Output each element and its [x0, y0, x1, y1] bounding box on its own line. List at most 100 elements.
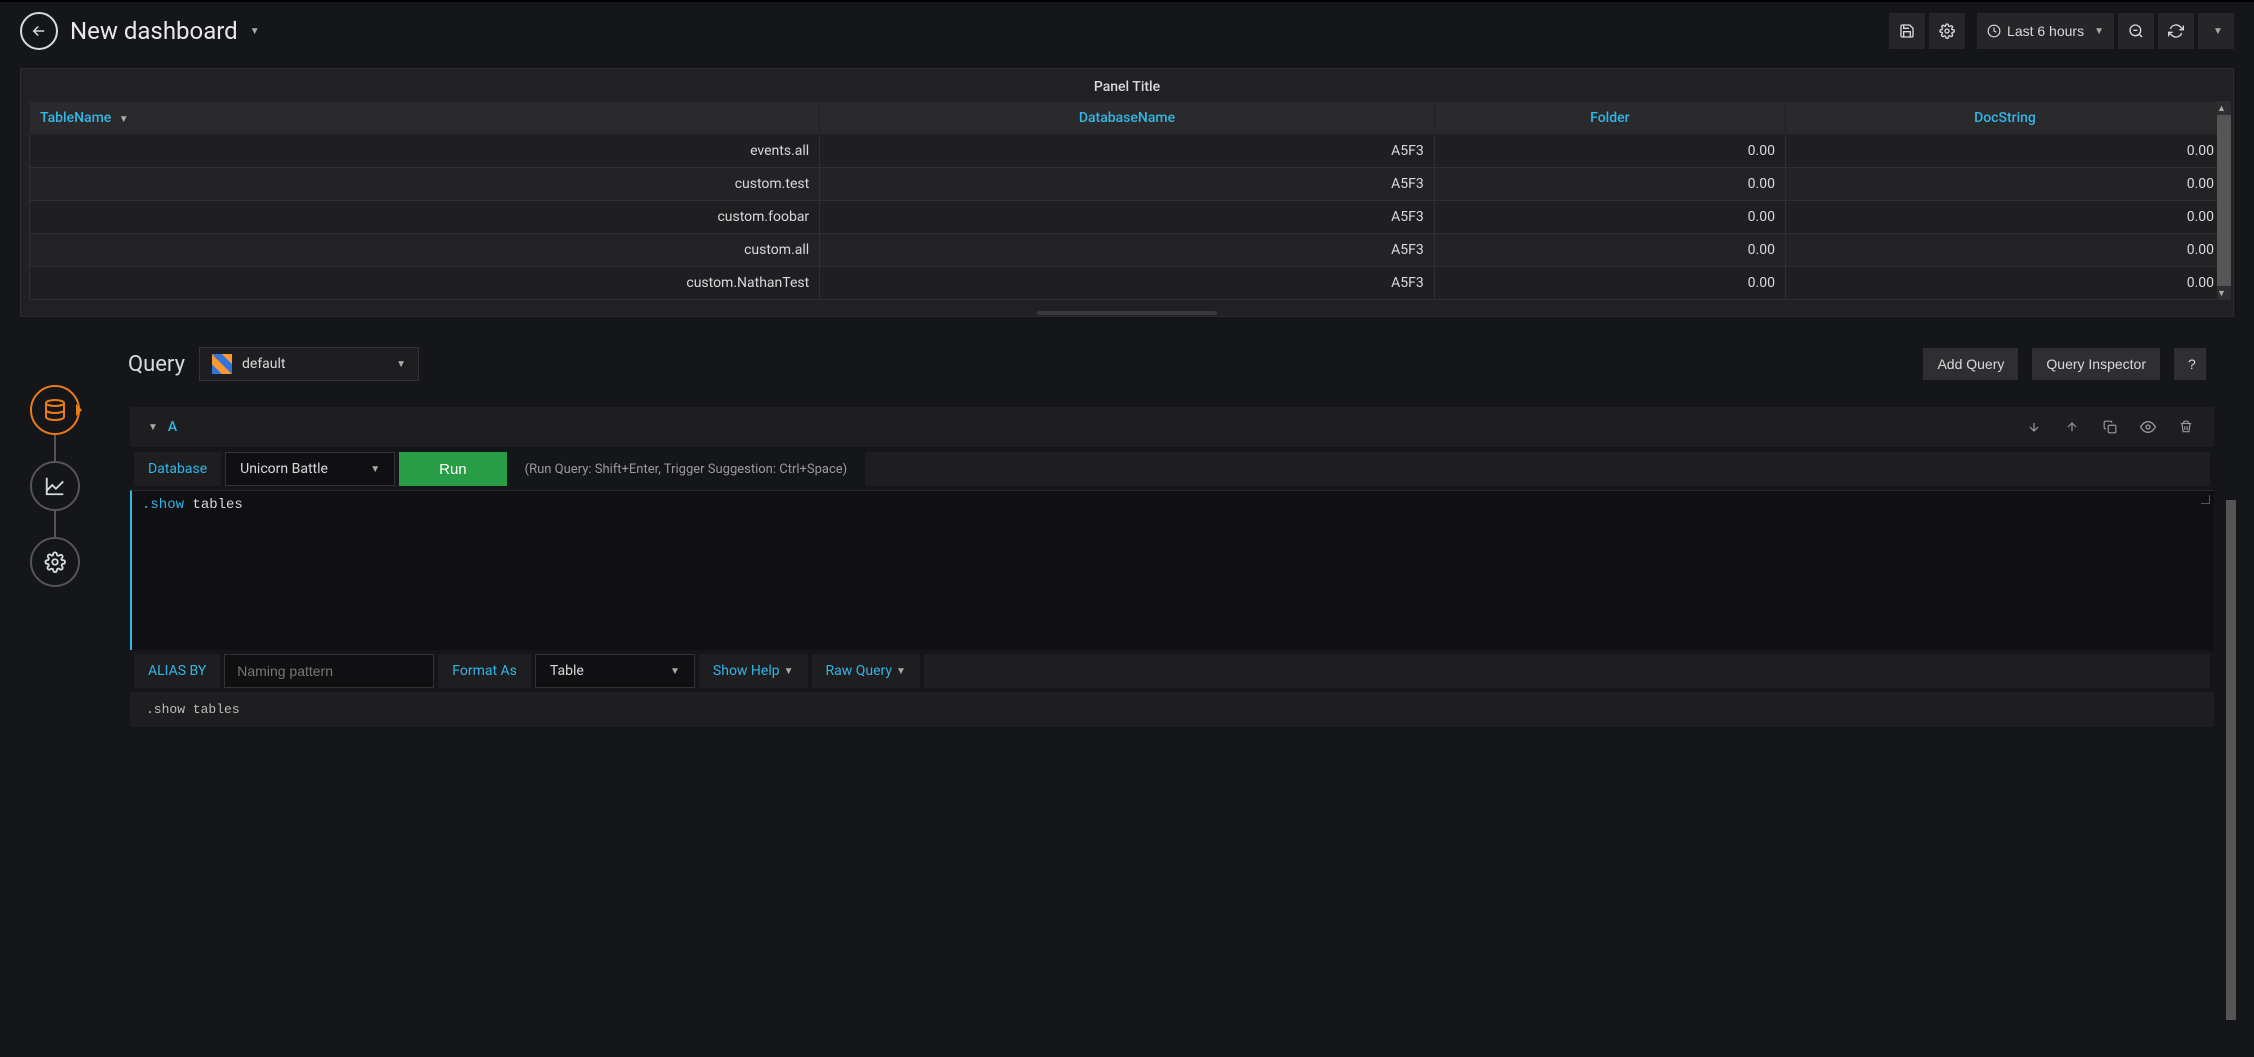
- dashboard-title[interactable]: New dashboard ▼: [70, 17, 260, 45]
- table-cell: custom.NathanTest: [30, 267, 820, 300]
- database-icon: [43, 398, 67, 422]
- back-button[interactable]: [20, 12, 58, 50]
- table-cell: A5F3: [820, 168, 1435, 201]
- datasource-select[interactable]: default ▼: [199, 347, 419, 381]
- time-range-label: Last 6 hours: [2007, 23, 2084, 39]
- run-button[interactable]: Run: [399, 452, 507, 486]
- chevron-down-icon: ▼: [370, 464, 380, 475]
- database-label: Database: [134, 452, 221, 486]
- query-row: ▼ A Database: [130, 407, 2214, 727]
- table-row[interactable]: events.allA5F30.000.00: [30, 135, 2225, 168]
- column-header-folder[interactable]: Folder: [1434, 102, 1785, 135]
- run-hint: (Run Query: Shift+Enter, Trigger Suggest…: [511, 452, 862, 486]
- gear-icon: [1939, 23, 1955, 39]
- chevron-down-icon: ▼: [670, 666, 680, 677]
- main-scrollbar[interactable]: [2226, 500, 2236, 1020]
- table-cell: A5F3: [820, 135, 1435, 168]
- query-inspector-button[interactable]: Query Inspector: [2032, 348, 2160, 380]
- chart-icon: [44, 475, 66, 497]
- arrow-up-icon: [2065, 420, 2079, 434]
- step-visualization[interactable]: [30, 461, 80, 511]
- sort-desc-icon: ▼: [119, 114, 129, 125]
- raw-query-output: .show tables: [130, 692, 2214, 727]
- settings-button[interactable]: [1929, 13, 1965, 49]
- delete-query-button[interactable]: [2172, 415, 2200, 439]
- table-row[interactable]: custom.NathanTestA5F30.000.00: [30, 267, 2225, 300]
- time-range-picker[interactable]: Last 6 hours ▼: [1977, 13, 2114, 49]
- table-cell: 0.00: [1434, 267, 1785, 300]
- results-table: TableName ▼ DatabaseName Folder DocStrin…: [29, 101, 2225, 300]
- editor-zone: Query default ▼ Add Query Query Inspecto…: [0, 335, 2254, 727]
- scroll-down-arrow-icon: ▼: [2217, 286, 2226, 300]
- dashboard-title-text: New dashboard: [70, 17, 238, 45]
- raw-query-toggle[interactable]: Raw Query ▼: [812, 654, 920, 688]
- table-cell: 0.00: [1785, 168, 2224, 201]
- refresh-icon: [2168, 23, 2184, 39]
- panel: Panel Title TableName ▼ DatabaseName Fol…: [20, 68, 2234, 317]
- format-as-label: Format As: [438, 654, 531, 688]
- column-header-docstring[interactable]: DocString: [1785, 102, 2224, 135]
- toggle-visibility-button[interactable]: [2134, 415, 2162, 439]
- eye-icon: [2140, 419, 2156, 435]
- panel-title[interactable]: Panel Title: [21, 69, 2233, 101]
- gear-icon: [44, 551, 66, 573]
- chevron-down-icon: ▼: [2094, 26, 2104, 37]
- editor-steps: [0, 335, 110, 727]
- query-letter: A: [168, 419, 177, 435]
- chevron-down-icon: ▼: [784, 666, 794, 677]
- database-select[interactable]: Unicorn Battle ▼: [225, 452, 395, 486]
- query-editor[interactable]: .show tables: [130, 490, 2214, 650]
- duplicate-button[interactable]: [2096, 415, 2124, 439]
- table-scrollbar[interactable]: ▲ ▼: [2217, 101, 2231, 300]
- datasource-name: default: [242, 356, 286, 372]
- table-cell: 0.00: [1785, 234, 2224, 267]
- save-button[interactable]: [1889, 13, 1925, 49]
- chevron-down-icon: ▼: [2213, 26, 2223, 37]
- copy-icon: [2103, 420, 2117, 434]
- query-section-label: Query: [128, 352, 185, 377]
- table-cell: 0.00: [1434, 135, 1785, 168]
- table-cell: 0.00: [1434, 168, 1785, 201]
- arrow-down-icon: [2027, 420, 2041, 434]
- table-row[interactable]: custom.foobarA5F30.000.00: [30, 201, 2225, 234]
- refresh-interval-button[interactable]: ▼: [2198, 13, 2234, 49]
- table-cell: events.all: [30, 135, 820, 168]
- arrow-left-icon: [30, 22, 48, 40]
- save-icon: [1899, 23, 1915, 39]
- table-cell: A5F3: [820, 201, 1435, 234]
- show-help-toggle[interactable]: Show Help ▼: [699, 654, 808, 688]
- format-value: Table: [550, 663, 584, 679]
- column-header-databasename[interactable]: DatabaseName: [820, 102, 1435, 135]
- table-cell: 0.00: [1785, 135, 2224, 168]
- table-row[interactable]: custom.testA5F30.000.00: [30, 168, 2225, 201]
- scrollbar-thumb[interactable]: [2217, 115, 2231, 286]
- table-cell: custom.all: [30, 234, 820, 267]
- panel-resize-handle[interactable]: [21, 310, 2233, 316]
- move-up-button[interactable]: [2058, 415, 2086, 439]
- refresh-button[interactable]: [2158, 13, 2194, 49]
- chevron-down-icon: ▼: [396, 359, 406, 370]
- search-minus-icon: [2128, 23, 2144, 39]
- table-row[interactable]: custom.allA5F30.000.00: [30, 234, 2225, 267]
- add-query-button[interactable]: Add Query: [1923, 348, 2018, 380]
- scroll-up-arrow-icon: ▲: [2217, 101, 2226, 115]
- step-query[interactable]: [30, 385, 80, 435]
- table-cell: A5F3: [820, 234, 1435, 267]
- table-cell: custom.foobar: [30, 201, 820, 234]
- column-header-tablename[interactable]: TableName ▼: [30, 102, 820, 135]
- trash-icon: [2179, 420, 2193, 434]
- clock-icon: [1987, 24, 2001, 38]
- query-help-button[interactable]: ?: [2174, 348, 2206, 380]
- database-value: Unicorn Battle: [240, 461, 328, 477]
- zoom-out-button[interactable]: [2118, 13, 2154, 49]
- chevron-down-icon: ▼: [896, 666, 906, 677]
- query-header: Query default ▼ Add Query Query Inspecto…: [110, 335, 2224, 393]
- table-cell: 0.00: [1785, 267, 2224, 300]
- format-as-select[interactable]: Table ▼: [535, 654, 695, 688]
- collapse-icon[interactable]: ▼: [148, 422, 158, 433]
- alias-input[interactable]: [224, 654, 434, 688]
- step-general[interactable]: [30, 537, 80, 587]
- table-cell: custom.test: [30, 168, 820, 201]
- move-down-button[interactable]: [2020, 415, 2048, 439]
- code-rest: tables: [184, 497, 243, 513]
